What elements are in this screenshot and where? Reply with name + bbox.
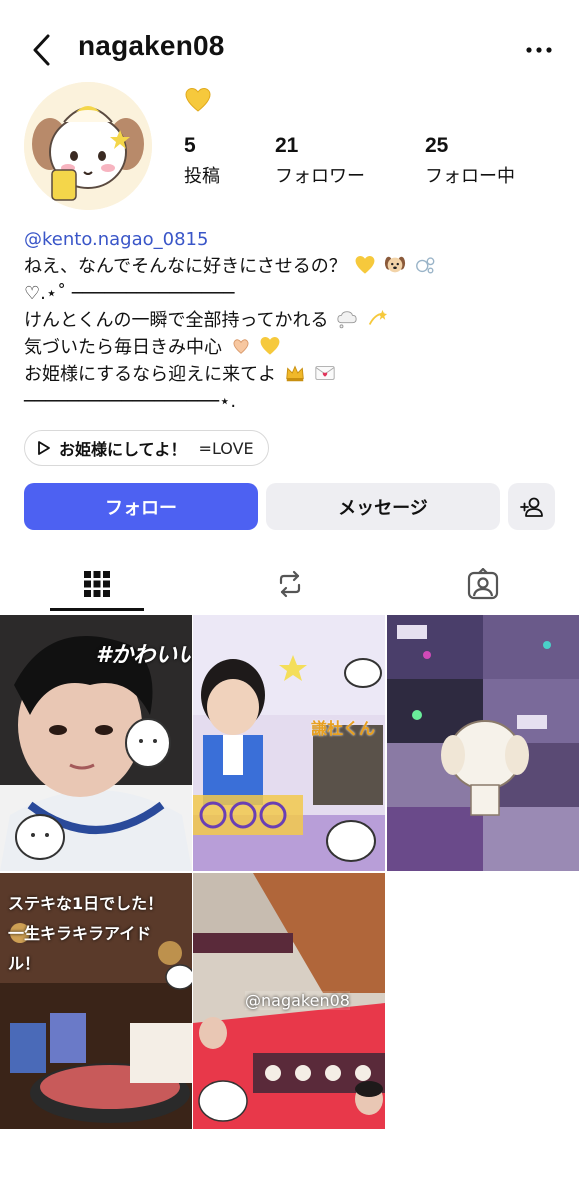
profile-music-pill[interactable]: お姫様にしてよ！ =LOVE <box>24 430 269 466</box>
bio-line-5-text: お姫様にするなら迎えに来てよ <box>24 364 277 385</box>
followers-count-label: フォロワー <box>275 166 365 187</box>
posts-count-label: 投稿 <box>184 166 220 187</box>
repost-icon <box>279 570 300 598</box>
dizzy-star-icon <box>368 309 388 325</box>
post-overlay-text: 謙杜くん <box>311 719 376 738</box>
post-image <box>193 615 385 871</box>
music-title: お姫様にしてよ！ <box>59 440 187 459</box>
followers-count-value: 21 <box>275 134 299 157</box>
bio-line-6: ──────────────────⋆. <box>24 391 237 412</box>
bio-line-1: ねえ、なんでそんなに好きにさせるの？ <box>24 253 564 280</box>
post-thumbnail[interactable]: #かわいい <box>0 615 192 871</box>
bio-line-4-text: 気づいたら毎日きみ中心 <box>24 337 222 358</box>
bio-line-3: けんとくんの一瞬で全部持ってかれる <box>24 307 564 334</box>
profile-username: nagaken08 <box>78 30 225 61</box>
tab-reposts[interactable] <box>193 555 386 613</box>
profile-note[interactable] <box>184 86 212 114</box>
bubbles-icon <box>416 257 435 274</box>
following-count[interactable]: 25 フォロー中 <box>425 134 515 188</box>
profile-bio: @kento.nagao_0815 ねえ、なんでそんなに好きにさせるの？ ♡.⋆… <box>24 226 564 415</box>
post-overlay-text: ステキな1日でした！ 一生キラキラアイドル！ <box>8 894 164 973</box>
tagged-icon <box>467 568 498 600</box>
post-thumbnail[interactable]: @nagaken08 <box>193 873 385 1129</box>
yellow-heart-icon <box>185 87 211 112</box>
bio-line-4: 気づいたら毎日きみ中心 <box>24 334 564 361</box>
play-icon <box>38 441 50 455</box>
add-user-icon <box>519 497 543 517</box>
following-count-label: フォロー中 <box>425 166 515 187</box>
dog-face-icon <box>385 256 406 273</box>
bio-handle-link[interactable]: @kento.nagao_0815 <box>24 226 564 253</box>
tab-tagged[interactable] <box>386 555 579 613</box>
post-thumbnail[interactable]: 謙杜くん <box>193 615 385 871</box>
bio-line-3-text: けんとくんの一瞬で全部持ってかれる <box>24 310 329 331</box>
active-tab-indicator <box>50 608 144 611</box>
love-letter-icon <box>315 366 335 380</box>
bio-line-5: お姫様にするなら迎えに来てよ <box>24 361 564 388</box>
post-thumbnail[interactable] <box>387 615 579 871</box>
posts-count-value: 5 <box>184 134 196 157</box>
chevron-left-icon <box>33 34 50 66</box>
grid-icon <box>83 571 110 597</box>
tab-posts-grid[interactable] <box>0 555 193 613</box>
post-overlay-text: #かわいい <box>96 643 192 668</box>
crown-icon <box>286 365 304 382</box>
bio-line-1-text: ねえ、なんでそんなに好きにさせるの？ <box>24 256 347 277</box>
message-button[interactable]: メッセージ <box>266 483 500 530</box>
post-image <box>387 615 579 871</box>
thought-bubble-icon <box>337 311 357 329</box>
profile-tabs <box>0 555 579 613</box>
heart-hands-icon <box>233 339 249 354</box>
music-artist: =LOVE <box>198 438 254 458</box>
more-horizontal-icon <box>526 47 552 53</box>
bio-line-2: ♡.⋆˚ ─────────────── <box>24 283 235 304</box>
back-button[interactable] <box>28 30 58 70</box>
post-overlay-text: @nagaken08 <box>245 991 350 1010</box>
yellow-heart-icon <box>356 255 375 274</box>
suggested-users-button[interactable] <box>508 483 555 530</box>
profile-avatar[interactable] <box>24 82 152 210</box>
yellow-heart-icon <box>261 336 280 355</box>
followers-count[interactable]: 21 フォロワー <box>275 134 365 188</box>
posts-count[interactable]: 5 投稿 <box>184 134 220 188</box>
follow-button[interactable]: フォロー <box>24 483 258 530</box>
more-options-button[interactable] <box>523 38 555 62</box>
following-count-value: 25 <box>425 134 449 157</box>
post-thumbnail[interactable]: ステキな1日でした！ 一生キラキラアイドル！ <box>0 873 192 1129</box>
avatar-illustration-image <box>24 82 152 210</box>
